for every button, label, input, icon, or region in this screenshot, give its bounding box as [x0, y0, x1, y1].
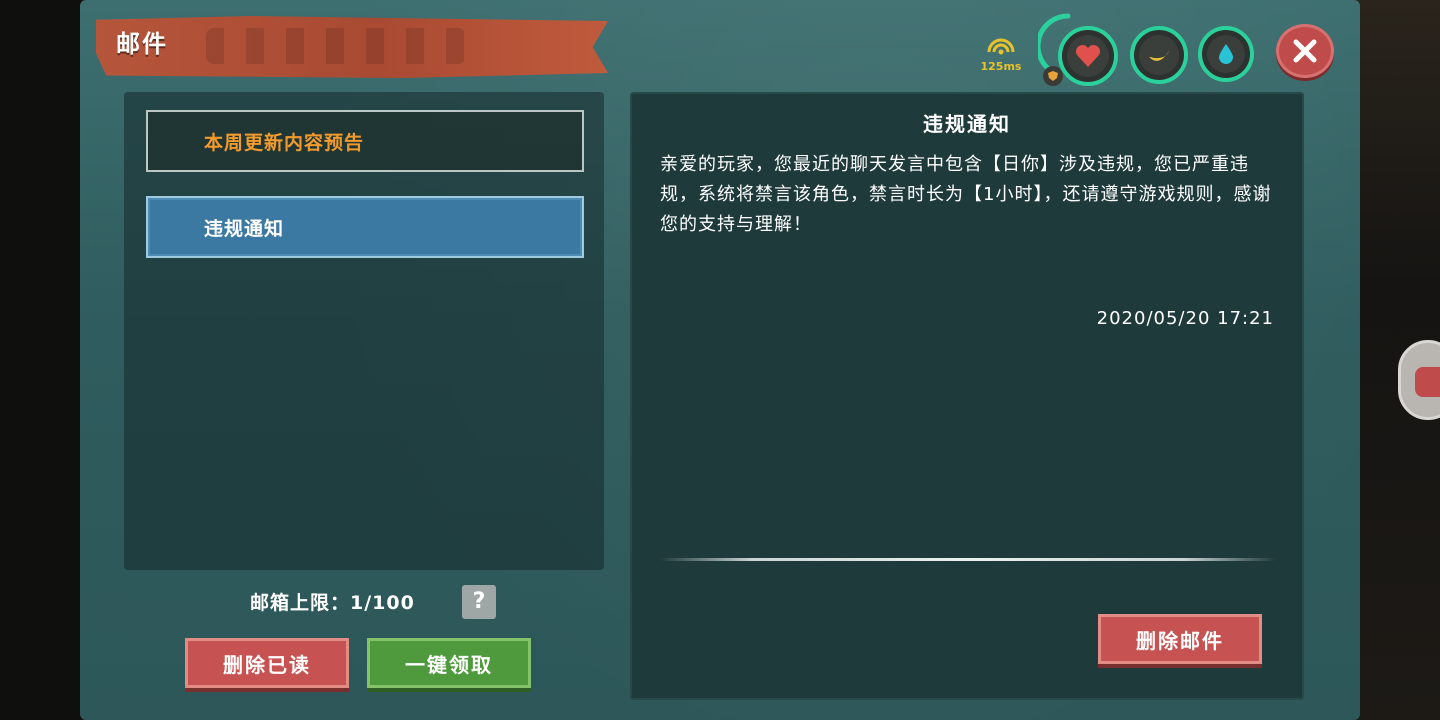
mail-date: 2020/05/20 17:21 — [1096, 308, 1274, 329]
claim-all-button[interactable]: 一键领取 — [367, 638, 531, 688]
ping-indicator: 125ms — [974, 38, 1028, 78]
mail-item-label: 本周更新内容预告 — [204, 131, 365, 154]
side-menu-icon — [1415, 367, 1440, 397]
side-menu-button[interactable] — [1398, 340, 1440, 420]
wifi-signal-icon — [987, 38, 1015, 55]
close-icon — [1293, 39, 1317, 63]
banana-icon — [1149, 51, 1169, 61]
delete-read-button[interactable]: 删除已读 — [185, 638, 349, 688]
mail-list-item[interactable]: 本周更新内容预告 — [146, 110, 584, 172]
water-drop-icon — [1219, 44, 1233, 64]
mail-title: 违规通知 — [923, 112, 1011, 136]
shield-icon — [1043, 66, 1063, 86]
divider — [660, 558, 1276, 561]
delete-mail-button[interactable]: 删除邮件 — [1098, 614, 1262, 664]
health-indicator[interactable] — [1058, 26, 1118, 86]
mailbox-capacity: 邮箱上限：1/100 — [250, 592, 415, 614]
mail-body: 亲爱的玩家，您最近的聊天发言中包含【日你】涉及违规，您已严重违规，系统将禁言该角… — [660, 154, 1272, 235]
hunger-indicator[interactable] — [1130, 26, 1188, 84]
thirst-indicator[interactable] — [1198, 26, 1254, 82]
heart-icon — [1075, 44, 1101, 67]
ping-value: 125ms — [980, 60, 1022, 73]
title-banner — [96, 16, 608, 78]
help-button[interactable]: ? — [462, 585, 496, 619]
close-button[interactable] — [1276, 24, 1334, 78]
mail-item-label: 违规通知 — [204, 217, 285, 240]
window-title: 邮件 — [116, 30, 168, 58]
left-edge — [0, 0, 82, 720]
mail-list-item-selected[interactable]: 违规通知 — [146, 196, 584, 258]
